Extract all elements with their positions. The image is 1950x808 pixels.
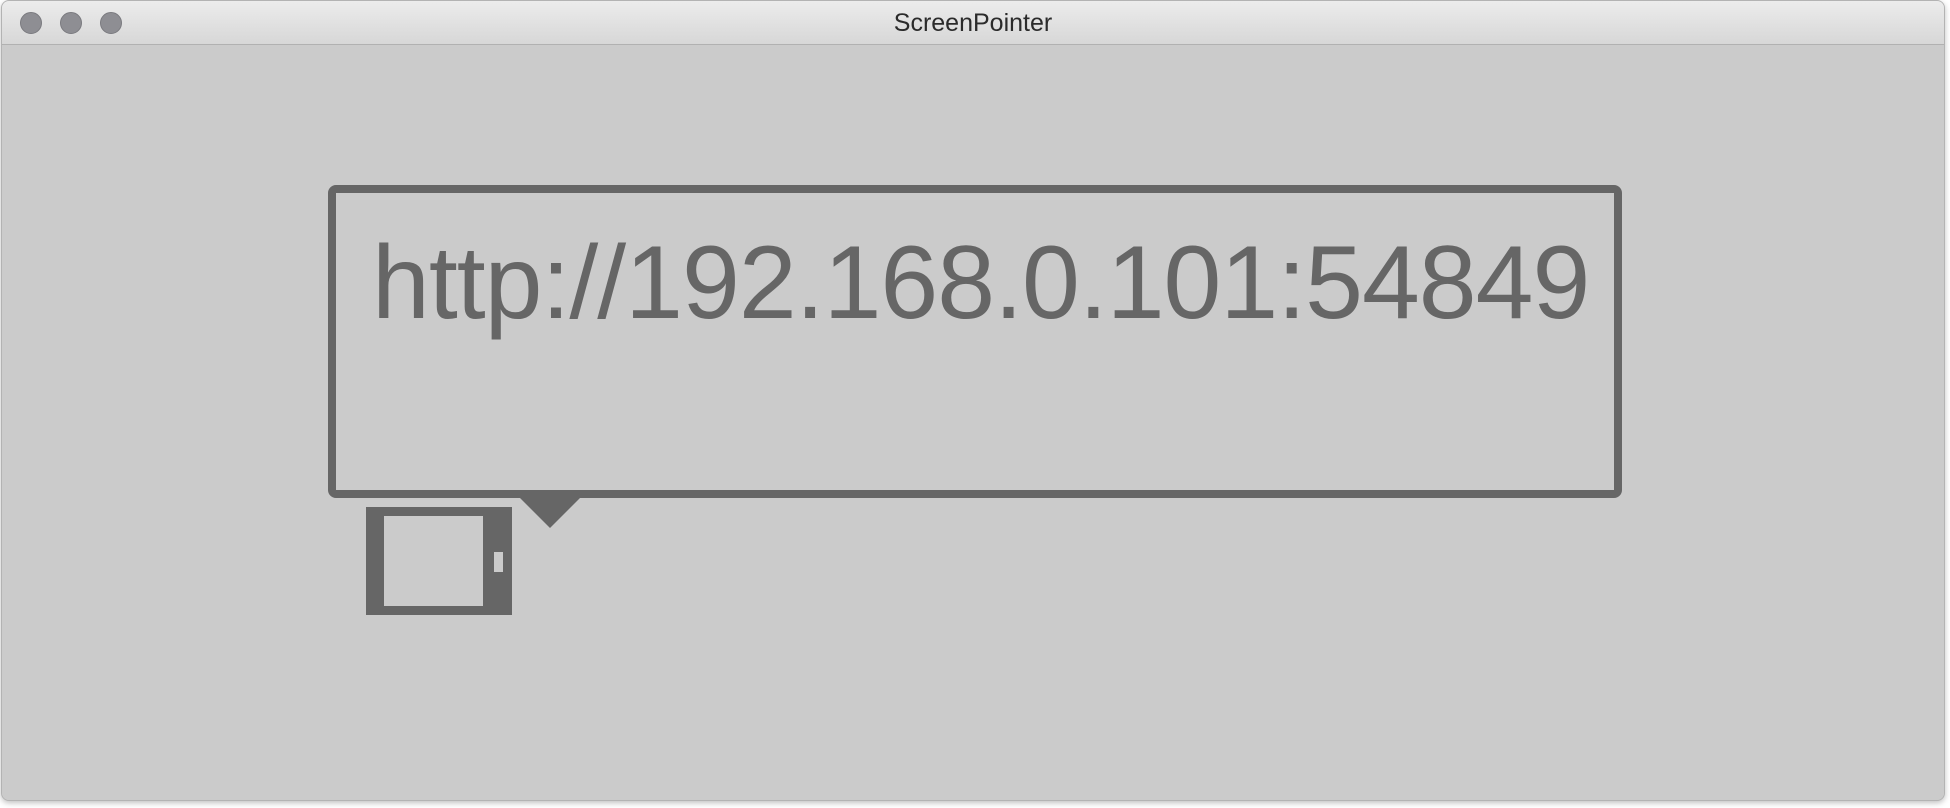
callout-pointer-icon — [520, 498, 580, 528]
server-url-text: http://192.168.0.101:54849 — [372, 225, 1590, 341]
title-bar[interactable]: ScreenPointer — [2, 1, 1944, 45]
tablet-icon — [366, 507, 512, 615]
main-content: http://192.168.0.101:54849 — [2, 45, 1944, 800]
window-title: ScreenPointer — [893, 9, 1053, 37]
url-callout-box: http://192.168.0.101:54849 — [328, 185, 1622, 498]
app-window: ScreenPointer http://192.168.0.101:54849 — [1, 0, 1945, 801]
